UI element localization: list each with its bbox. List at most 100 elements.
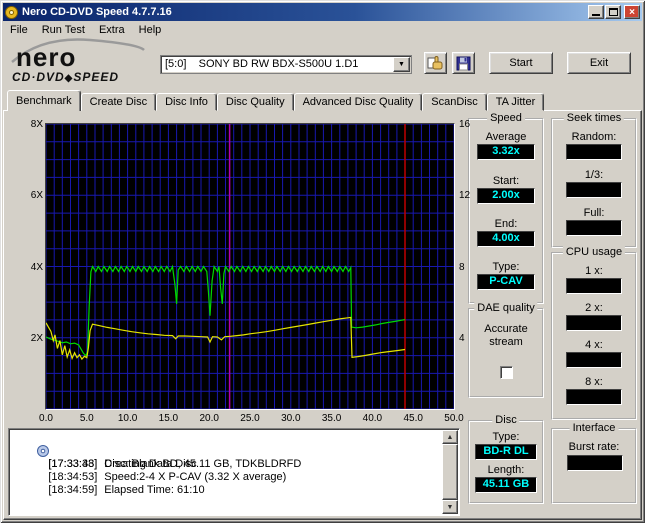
app-window: Nero CD-DVD Speed 4.7.7.16 × File Run Te… (0, 0, 645, 523)
logo-cddvd-text: CD·DVD (12, 70, 65, 84)
y-axis-label: 4X (30, 261, 43, 273)
average-speed-value: 3.32x (477, 144, 535, 160)
log-scrollbar[interactable]: ▲ ▼ (442, 430, 458, 514)
tab-create-disc[interactable]: Create Disc (80, 93, 157, 111)
exit-button[interactable]: Exit (567, 52, 631, 74)
x-axis-label: 20.0 (199, 413, 219, 424)
end-speed-label: End: (494, 218, 518, 230)
y2-axis-label: 8 (459, 261, 465, 273)
y-axis-label: 2X (30, 332, 43, 344)
interface-group-title: Interface (569, 422, 619, 434)
end-speed-value: 4.00x (477, 231, 535, 247)
start-speed-value: 2.00x (477, 188, 535, 204)
cpu-4x-label: 4 x: (585, 339, 603, 351)
cpu-8x-value (566, 389, 622, 405)
seek-full-value (566, 220, 622, 236)
cpu-8x-label: 8 x: (585, 376, 603, 388)
dropdown-arrow-icon[interactable]: ▼ (393, 57, 410, 72)
minimize-icon (592, 14, 600, 16)
seek-times-group: Seek times Random: 1/3: Full: (551, 112, 637, 248)
maximize-button[interactable] (605, 5, 621, 19)
benchmark-chart (45, 123, 455, 410)
drive-selector[interactable]: [5:0] SONY BD RW BDX-S500U 1.D1 ▼ (160, 55, 412, 74)
log-list[interactable]: [17:33:38] Disc: Blank BD, 45.11 GB, TDKB… (8, 428, 460, 516)
x-axis-label: 45.0 (403, 413, 423, 424)
close-button[interactable]: × (624, 5, 640, 19)
y2-axis-label: 12 (459, 190, 471, 202)
x-axis-label: 0.0 (39, 413, 53, 424)
seek-random-value (566, 144, 622, 160)
tab-ta-jitter[interactable]: TA Jitter (486, 93, 545, 111)
speed-type-value: P-CAV (477, 274, 535, 290)
start-speed-label: Start: (492, 175, 520, 187)
cpu-usage-group-title: CPU usage (562, 246, 626, 258)
x-axis-label: 25.0 (240, 413, 260, 424)
log-row: [17:33:43] Creating Data Disc (9, 445, 441, 470)
tab-advanced-disc-quality[interactable]: Advanced Disc Quality (293, 93, 423, 111)
disc-type-value: BD-R DL (475, 444, 537, 460)
tab-scandisc[interactable]: ScanDisc (422, 93, 487, 111)
disc-type-label: Type: (492, 431, 520, 443)
accurate-stream-checkbox[interactable] (500, 366, 513, 379)
log-row: [18:34:59] Elapsed Time: 61:10 (9, 471, 441, 496)
minimize-button[interactable] (588, 5, 604, 19)
disc-length-label: Length: (487, 464, 525, 476)
cpu-1x-label: 1 x: (585, 265, 603, 277)
average-label: Average (485, 131, 527, 143)
burst-rate-value (567, 455, 623, 471)
y2-axis-label: 16 (459, 119, 471, 130)
dae-quality-group: DAE quality Accurate stream (468, 302, 544, 398)
log-timestamp: [18:34:59] (48, 484, 98, 496)
seek-full-label: Full: (583, 207, 605, 219)
speed-group: Speed Average 3.32x Start: 2.00x End: 4.… (468, 112, 544, 304)
x-axis-label: 10.0 (117, 413, 138, 424)
speed-type-label: Type: (492, 261, 520, 273)
disc-group-title: Disc (492, 414, 520, 426)
titlebar[interactable]: Nero CD-DVD Speed 4.7.7.16 × (3, 3, 642, 21)
tab-disc-quality[interactable]: Disc Quality (216, 93, 294, 111)
scroll-down-icon[interactable]: ▼ (442, 500, 458, 514)
logo-speed-text: SPEED (73, 70, 120, 84)
scroll-up-icon[interactable]: ▲ (442, 430, 458, 444)
accurate-stream-label-line1: Accurate (484, 323, 528, 335)
interface-group: Interface Burst rate: (551, 422, 637, 504)
hand-card-icon (427, 56, 443, 70)
burst-rate-label: Burst rate: (568, 441, 620, 453)
start-button[interactable]: Start (489, 52, 553, 74)
tab-strip: Benchmark Create Disc Disc Info Disc Qua… (7, 90, 545, 111)
disc-group: Disc Type: BD-R DL Length: 45.11 GB (468, 414, 544, 504)
cpu-2x-value (566, 315, 622, 331)
log-message: Elapsed Time: 61:10 (104, 484, 205, 496)
log-row: [17:33:38] Disc: Blank BD, 45.11 GB, TDKB… (9, 432, 441, 470)
floppy-icon (456, 56, 471, 70)
seek-onethird-label: 1/3: (584, 169, 604, 181)
options-button[interactable] (424, 52, 447, 74)
cpu-usage-group: CPU usage 1 x: 2 x: 4 x: 8 x: (551, 246, 637, 420)
cpu-4x-value (566, 352, 622, 368)
speed-group-title: Speed (487, 112, 525, 124)
y-axis-label: 8X (30, 119, 43, 130)
window-title: Nero CD-DVD Speed 4.7.7.16 (22, 6, 172, 18)
x-axis-label: 50.0 (444, 413, 464, 424)
y2-axis-label: 4 (459, 332, 465, 344)
cpu-1x-value (566, 278, 622, 294)
disc-length-value: 45.11 GB (475, 477, 537, 493)
nero-logo: nero (16, 42, 77, 72)
x-axis-label: 15.0 (158, 413, 179, 424)
y-axis-label: 6X (30, 190, 43, 202)
cpu-2x-label: 2 x: (585, 302, 603, 314)
seek-random-label: Random: (571, 131, 617, 143)
accurate-stream-label-line2: stream (489, 336, 523, 348)
scrollbar-thumb[interactable] (442, 444, 458, 500)
tab-disc-info[interactable]: Disc Info (156, 93, 217, 111)
x-axis-label: 40.0 (362, 413, 383, 424)
seek-onethird-value (566, 182, 622, 198)
x-axis-label: 5.0 (79, 413, 94, 424)
app-icon (5, 5, 18, 19)
nero-product-logo: CD·DVD◆SPEED (12, 70, 119, 84)
chart-plot-area (46, 124, 454, 409)
save-button[interactable] (452, 52, 475, 74)
tab-benchmark[interactable]: Benchmark (7, 90, 81, 111)
maximize-icon (608, 8, 618, 16)
dae-quality-group-title: DAE quality (474, 302, 538, 314)
